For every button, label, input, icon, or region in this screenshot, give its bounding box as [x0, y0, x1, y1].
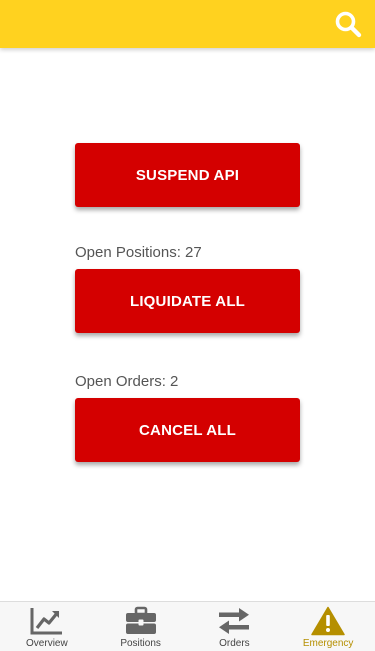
nav-item-overview[interactable]: Overview — [0, 602, 94, 651]
open-orders-count: Open Orders: 2 — [75, 373, 179, 390]
suspend-api-button[interactable]: SUSPEND API — [75, 143, 300, 207]
exchange-arrows-icon — [219, 608, 250, 634]
nav-item-positions[interactable]: Positions — [94, 602, 188, 651]
nav-label-positions: Positions — [120, 638, 161, 649]
nav-label-overview: Overview — [26, 638, 68, 649]
nav-item-orders[interactable]: Orders — [188, 602, 282, 651]
cancel-all-button[interactable]: CANCEL ALL — [75, 398, 300, 462]
nav-label-orders: Orders — [219, 638, 250, 649]
app-bar — [0, 0, 375, 48]
emergency-panel: SUSPEND API Open Positions: 27 LIQUIDATE… — [0, 48, 375, 601]
search-icon — [335, 11, 362, 38]
search-button[interactable] — [331, 7, 365, 41]
chart-line-icon — [30, 608, 62, 635]
bottom-nav: Overview Positions Orders Emergency — [0, 601, 375, 651]
open-positions-count: Open Positions: 27 — [75, 244, 202, 261]
warning-icon — [311, 606, 345, 636]
briefcase-icon — [125, 606, 156, 634]
liquidate-all-button[interactable]: LIQUIDATE ALL — [75, 269, 300, 333]
nav-item-emergency[interactable]: Emergency — [281, 602, 375, 651]
nav-label-emergency: Emergency — [302, 638, 354, 649]
